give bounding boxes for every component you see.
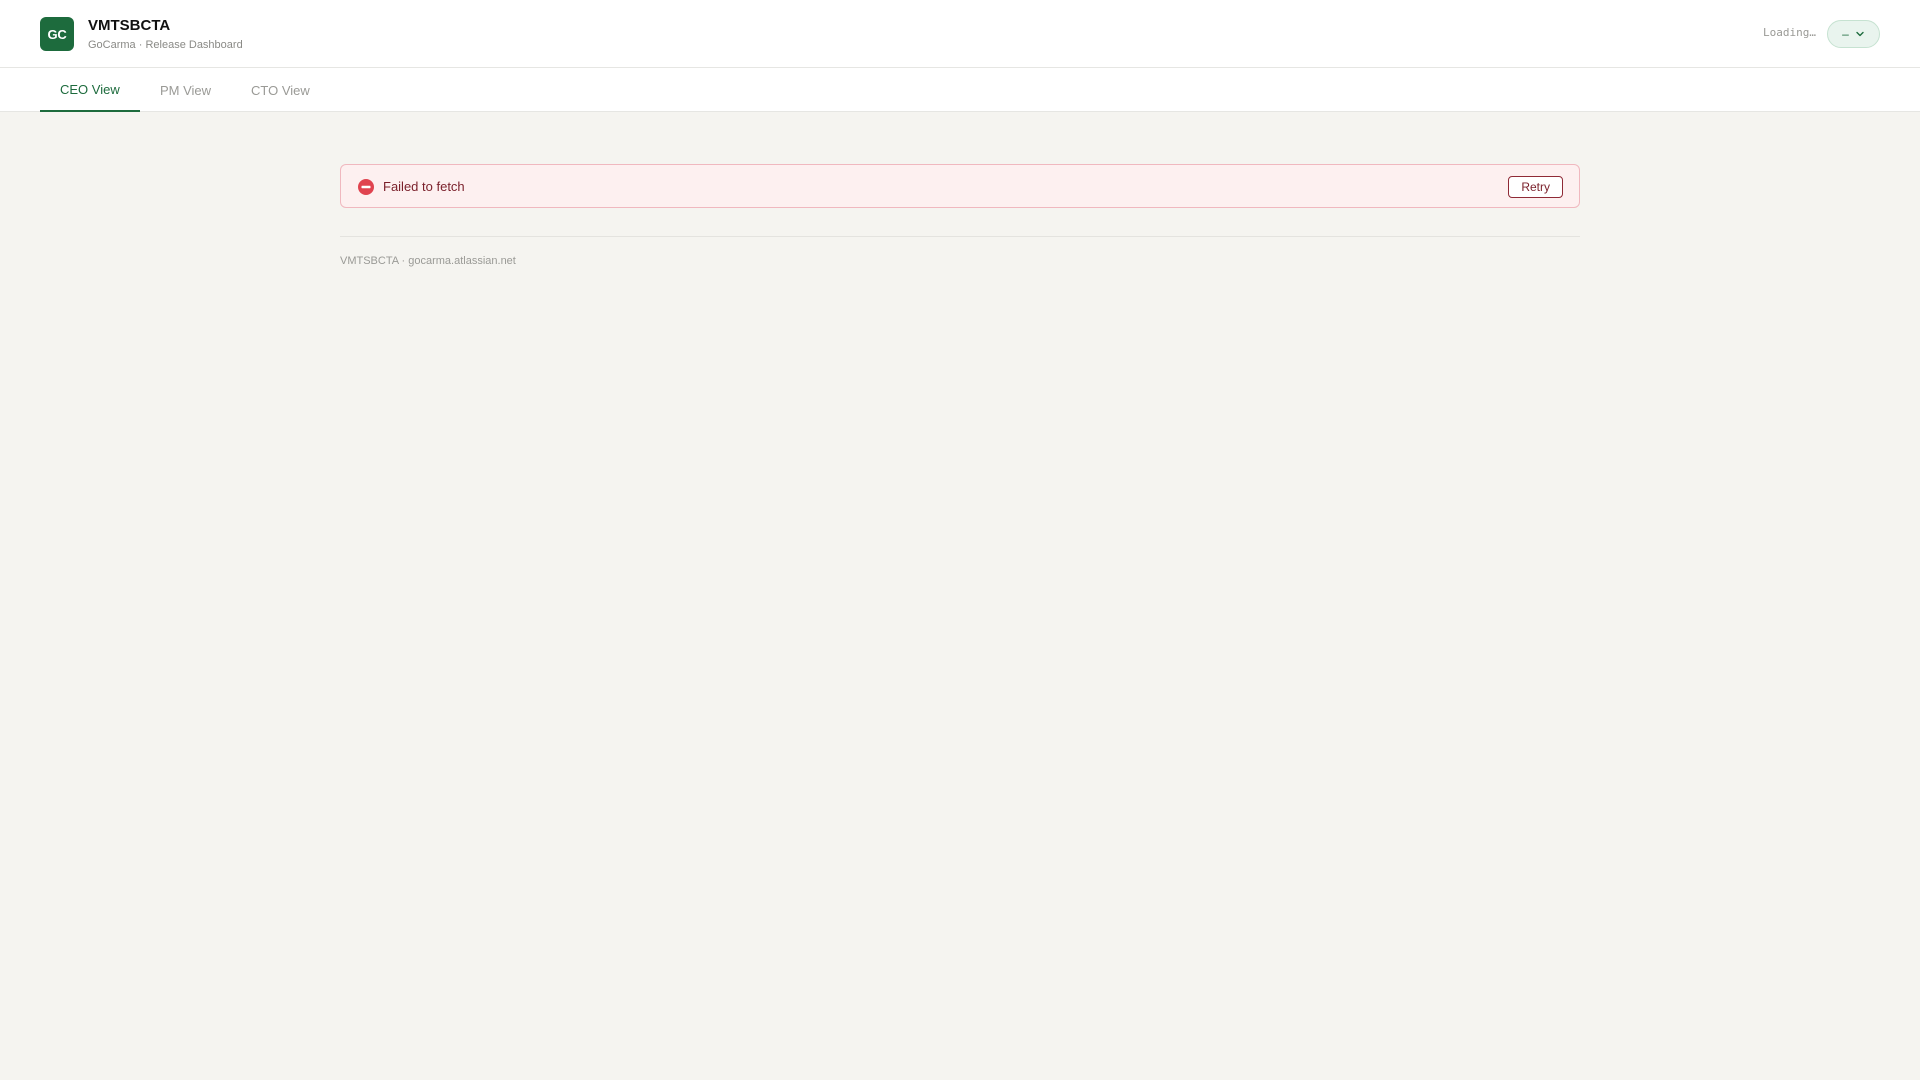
version-selector[interactable]: – [1827, 20, 1880, 48]
error-message: Failed to fetch [383, 179, 465, 194]
app-logo: GC [40, 17, 74, 51]
footer-text: VMTSBCTA · gocarma.atlassian.net [340, 255, 516, 267]
error-banner: Failed to fetch Retry [340, 164, 1580, 208]
selector-value: – [1842, 27, 1849, 41]
loading-status: Loading… [1763, 26, 1816, 39]
chevron-down-icon [1855, 29, 1865, 39]
tab-ceo-view[interactable]: CEO View [40, 68, 140, 112]
app-header: GC VMTSBCTA GoCarma · Release Dashboard … [0, 0, 1920, 68]
footer-divider [340, 236, 1580, 237]
page-title: VMTSBCTA [88, 17, 171, 34]
page-subtitle: GoCarma · Release Dashboard [88, 39, 243, 51]
error-stop-icon [358, 179, 374, 195]
view-tabs: CEO View PM View CTO View [0, 68, 1920, 112]
tab-pm-view[interactable]: PM View [140, 68, 231, 112]
retry-button[interactable]: Retry [1508, 176, 1563, 198]
tab-cto-view[interactable]: CTO View [231, 68, 330, 112]
